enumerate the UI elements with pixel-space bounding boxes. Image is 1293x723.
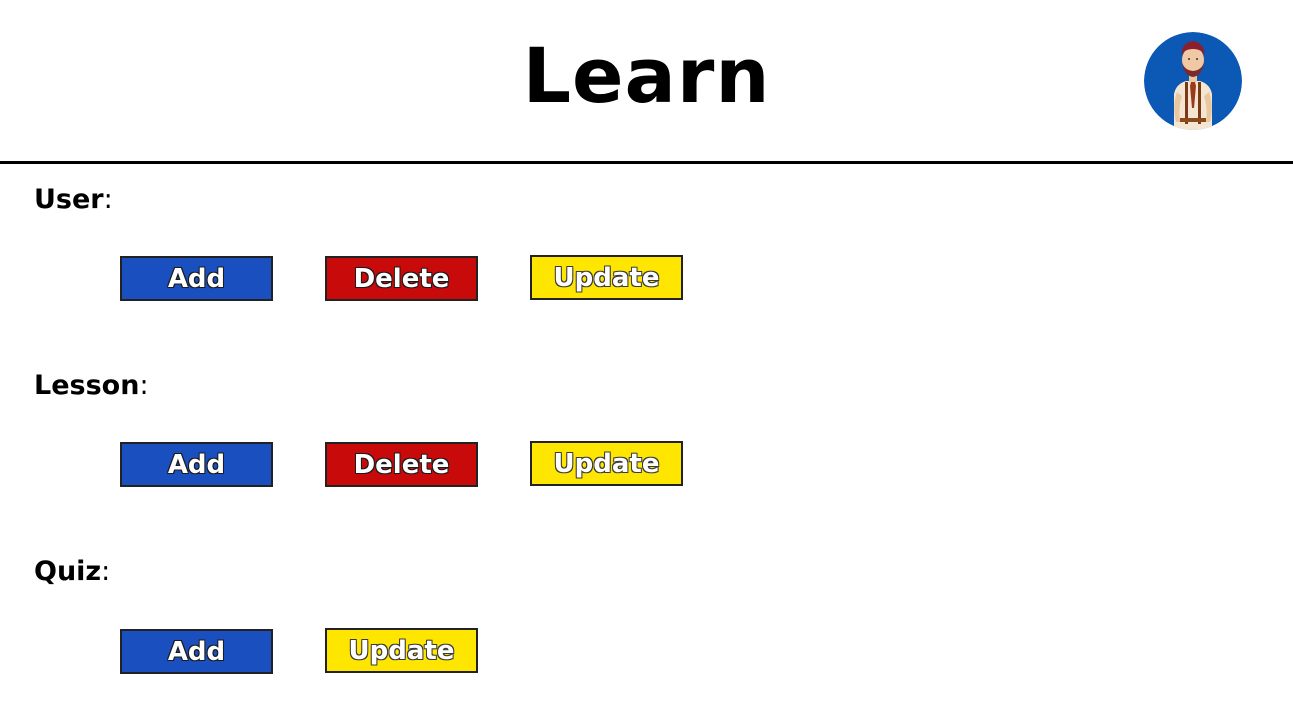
quiz-update-button[interactable]: Update bbox=[325, 628, 478, 673]
section-title-user-colon: : bbox=[103, 184, 113, 215]
section-title-quiz-text: Quiz bbox=[34, 556, 102, 587]
section-title-lesson-text: Lesson bbox=[34, 370, 140, 401]
header: Learn bbox=[0, 0, 1293, 162]
section-title-lesson: Lesson: bbox=[34, 369, 149, 403]
header-divider bbox=[0, 161, 1293, 164]
user-delete-button[interactable]: Delete bbox=[325, 256, 478, 301]
quiz-update-label: Update bbox=[348, 635, 455, 666]
section-title-quiz: Quiz: bbox=[34, 555, 110, 589]
quiz-add-button[interactable]: Add bbox=[120, 629, 273, 674]
lesson-update-button[interactable]: Update bbox=[530, 441, 683, 486]
page-title: Learn bbox=[522, 31, 771, 120]
user-add-button[interactable]: Add bbox=[120, 256, 273, 301]
user-avatar-icon[interactable] bbox=[1144, 32, 1242, 130]
section-title-user-text: User bbox=[34, 184, 104, 215]
lesson-add-button[interactable]: Add bbox=[120, 442, 273, 487]
lesson-update-label: Update bbox=[553, 448, 660, 479]
lesson-delete-button[interactable]: Delete bbox=[325, 442, 478, 487]
section-title-user: User: bbox=[34, 183, 113, 217]
user-update-label: Update bbox=[553, 262, 660, 293]
section-title-quiz-colon: : bbox=[101, 556, 111, 587]
section-title-lesson-colon: : bbox=[139, 370, 149, 401]
user-update-button[interactable]: Update bbox=[530, 255, 683, 300]
